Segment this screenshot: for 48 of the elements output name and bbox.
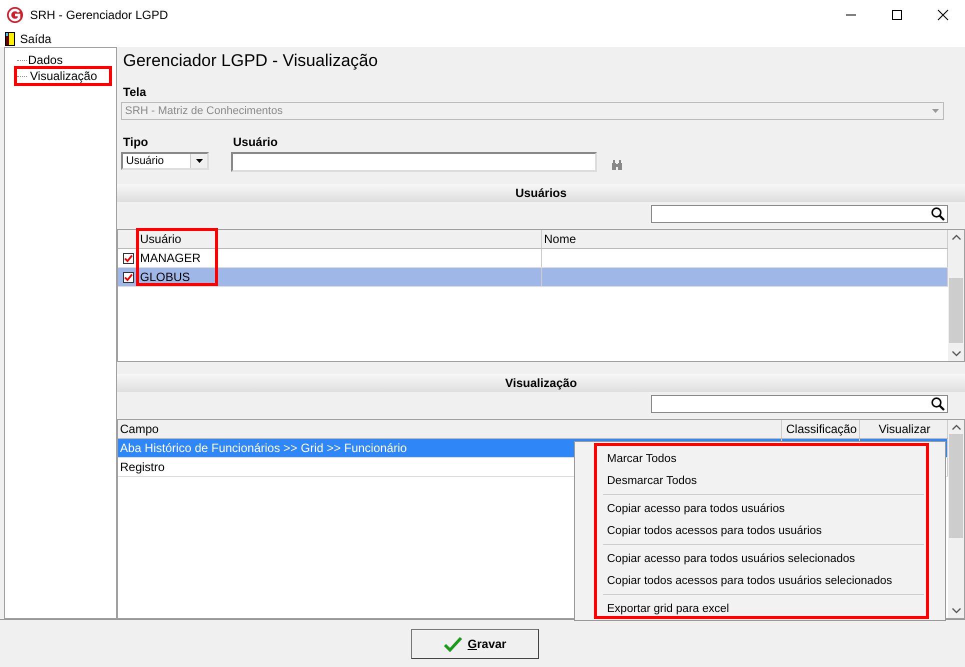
table-cell: MANAGER [140,251,201,265]
user-input-field[interactable] [231,152,597,172]
binoculars-icon [611,160,623,170]
table-cell: GLOBUS [140,270,190,284]
field-label: Tipo [123,135,150,149]
field-label: Tela [123,85,148,99]
scroll-up-icon [952,234,960,240]
section-header: Visualização [117,374,965,392]
table-row[interactable]: GLOBUS [118,268,948,287]
scrollbar[interactable] [948,420,964,618]
menu-item[interactable]: Copiar acesso para todos usuários selecionados [607,548,926,570]
scrollbar[interactable] [948,230,964,361]
tree-item[interactable]: Visualização [14,66,112,86]
field-label: Usuário [233,135,279,149]
column-header[interactable]: Usuário [138,230,542,248]
checkmark-icon [444,636,462,652]
search-icon [931,207,945,221]
menu-item[interactable]: Copiar todos acessos para todos usuários selecionados [607,570,926,592]
dropdown-arrow-icon [932,109,938,113]
exit-door-icon [5,32,15,46]
search-icon [931,397,945,411]
page-heading: Gerenciador LGPD - Visualização [123,51,379,71]
menu-item[interactable]: Copiar todos acessos para todos usuários [607,520,926,542]
save-button[interactable]: Gravar [411,628,539,658]
menu-item[interactable]: Exportar grid para excel [607,598,926,620]
scroll-thumb[interactable] [949,434,963,538]
checkbox[interactable] [122,252,134,264]
scroll-down-icon [952,608,960,614]
menu-item[interactable]: Copiar acesso para todos usuários [607,498,926,520]
dropdown-arrow-icon [196,159,202,163]
scroll-thumb[interactable] [949,278,963,343]
column-header[interactable]: Classificação [782,420,860,438]
column-header[interactable]: Campo [118,420,782,438]
close-icon [937,9,949,21]
menu-item[interactable]: Saída [5,32,52,46]
type-dropdown[interactable]: Usuário [121,152,209,170]
table-cell: Registro [120,460,165,474]
scroll-up-icon [952,424,960,430]
checkbox[interactable] [122,272,134,282]
scroll-down-icon [952,351,960,357]
app-logo-icon [6,6,24,24]
table-cell: Aba Histórico de Funcionários >> Grid >> Funcionário [120,441,407,455]
window-title: SRH - Gerenciador LGPD [30,8,170,22]
tree-item[interactable]: Dados [27,53,64,67]
maximize-icon [891,9,903,21]
search-field[interactable] [651,395,948,413]
section-header: Usuários [117,184,965,202]
search-field[interactable] [651,205,948,223]
